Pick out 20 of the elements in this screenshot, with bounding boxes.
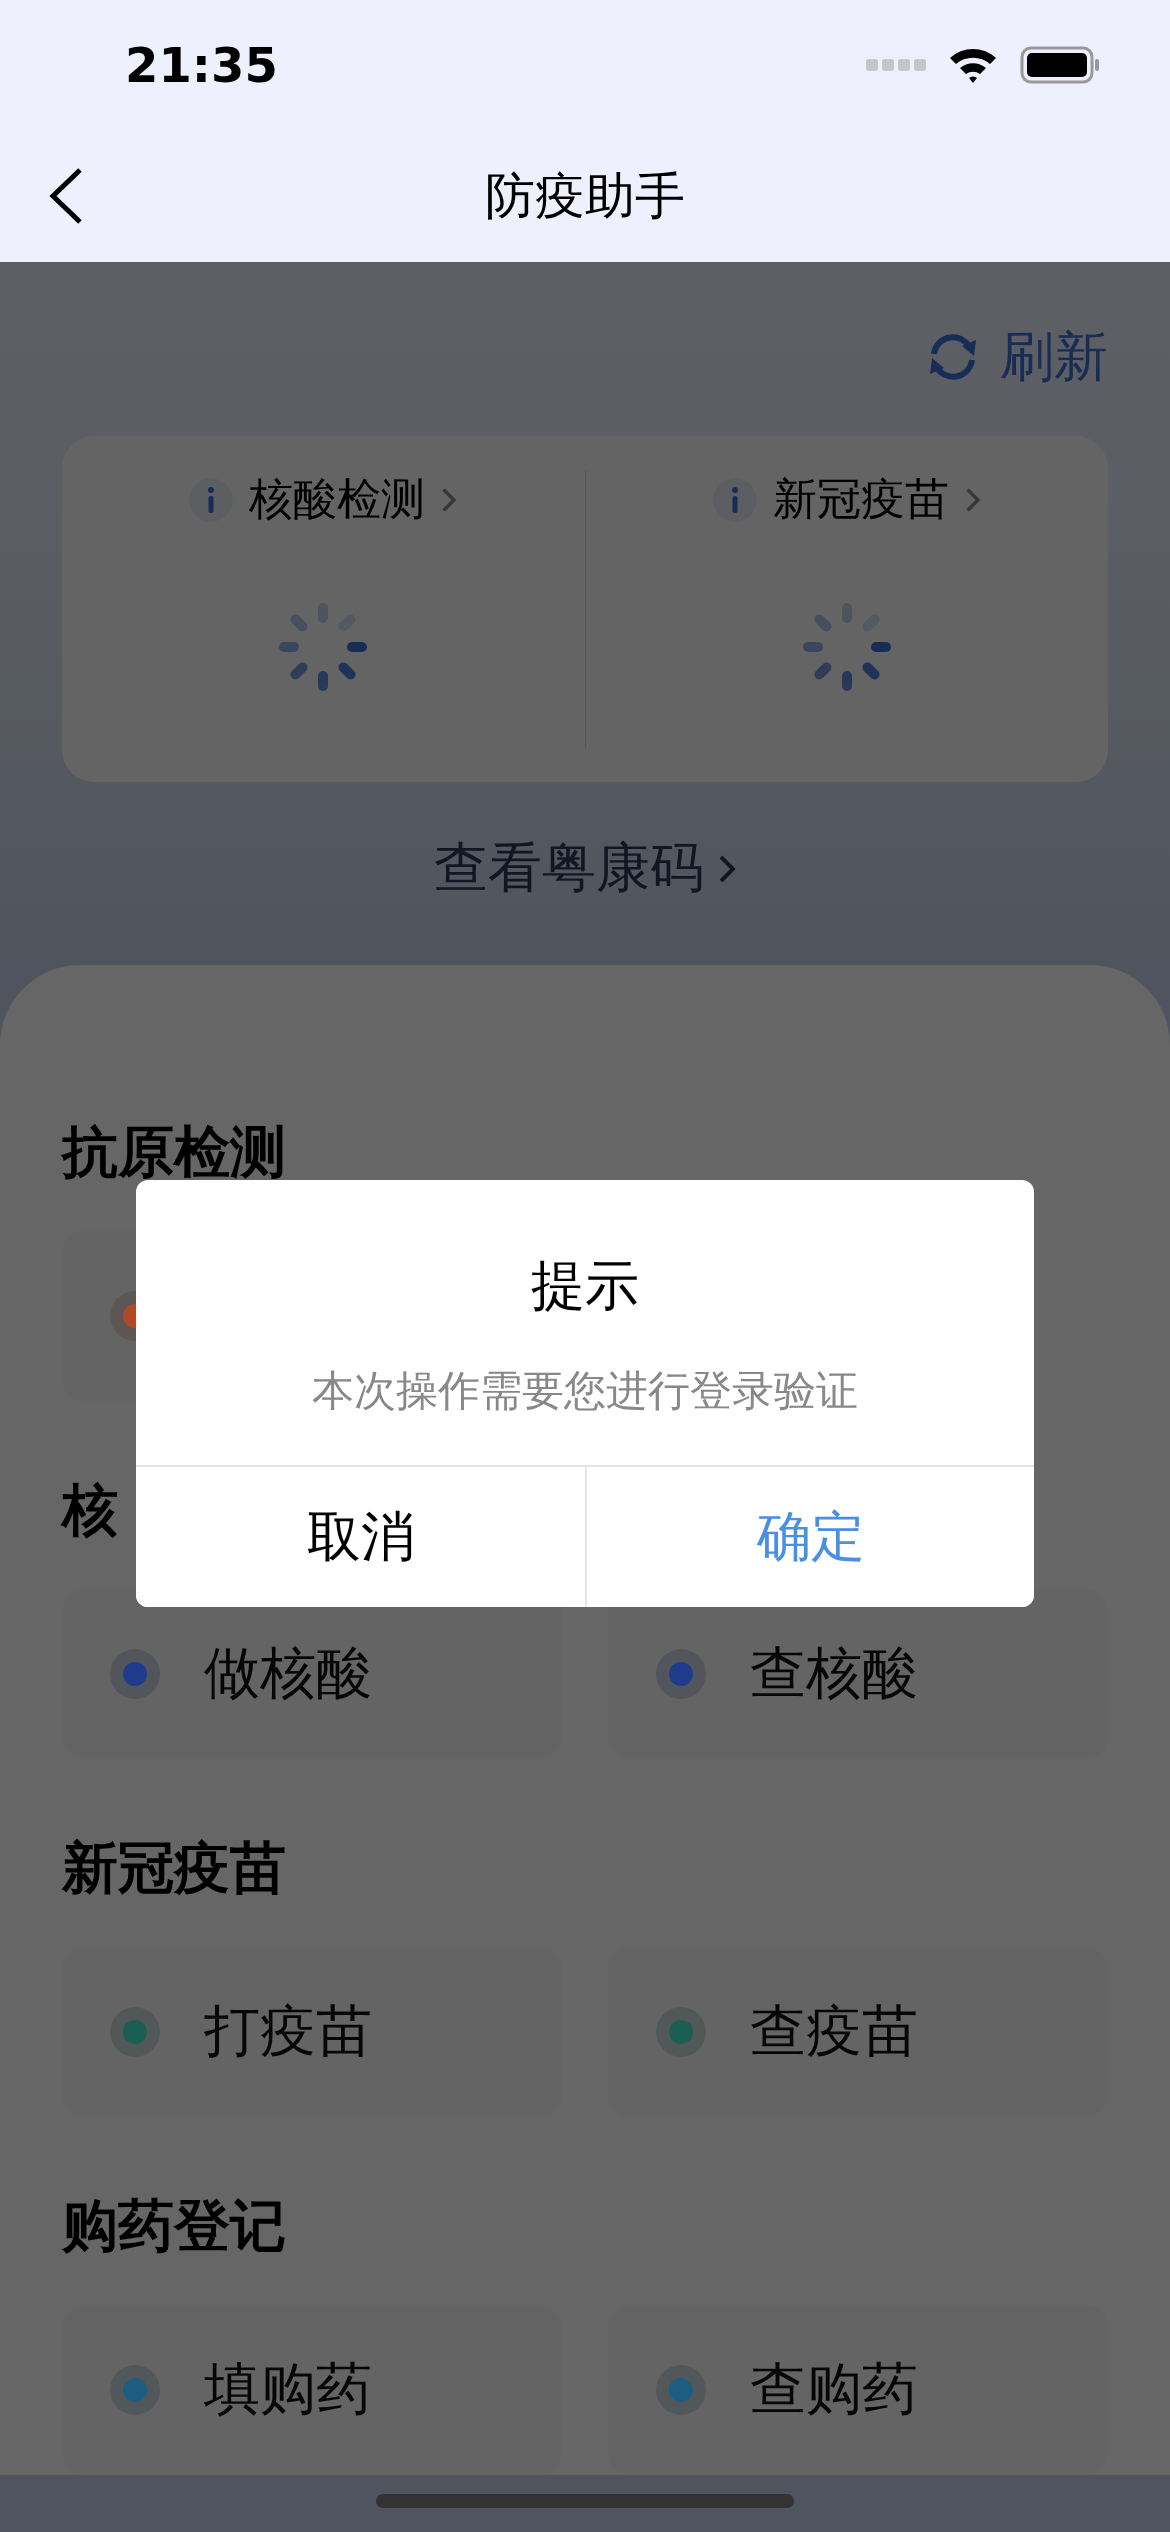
summary-header-link[interactable]: 核酸检测 <box>189 470 458 529</box>
dialog-title: 提示 <box>530 1253 640 1319</box>
section-title: 购药登记 <box>62 2192 286 2260</box>
dialog-button[interactable]: 确定 <box>585 1467 1034 1607</box>
section-title: 新冠疫苗 <box>62 1834 286 1902</box>
summary-header-link[interactable]: 新冠疫苗 <box>712 470 981 529</box>
health-code-link[interactable]: 查看粤康码 <box>434 832 736 905</box>
chevron-right-icon <box>441 486 458 513</box>
back-chevron-icon <box>48 167 84 225</box>
signal-icon <box>866 57 926 73</box>
chevron-right-icon <box>964 486 981 513</box>
section-title: 核 <box>62 1476 118 1544</box>
dialog-message: 本次操作需要您进行登录验证 <box>311 1365 859 1417</box>
wifi-icon <box>948 46 998 84</box>
chevron-right-icon <box>718 853 736 884</box>
battery-icon <box>1020 46 1100 84</box>
status-time: 21:35 <box>125 37 278 93</box>
refresh-button[interactable]: 刷新 <box>926 322 1108 392</box>
page-title: 防疫助手 <box>485 165 685 227</box>
section-title: 抗原检测 <box>62 1118 286 1186</box>
